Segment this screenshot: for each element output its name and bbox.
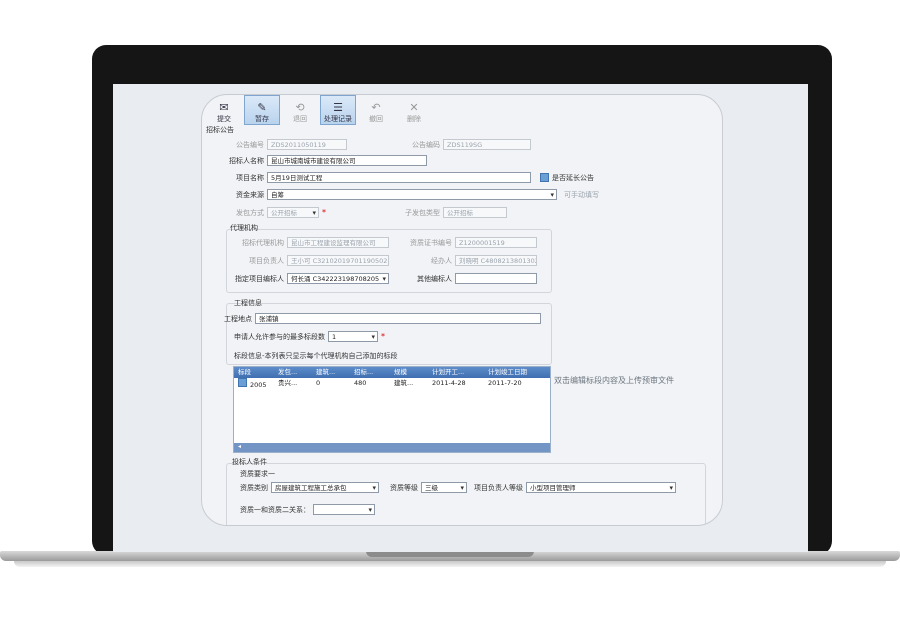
grid-cell: 贵兴...: [278, 379, 298, 387]
cert-no-field[interactable]: Z1200001519: [455, 237, 537, 248]
toolbar: ✉ 提交 ✎ 暂存 ⟲ 退回 ☰ 处理记录 ↶ 撤回 ✕ 删除: [202, 95, 722, 125]
submit-button[interactable]: ✉ 提交: [206, 95, 242, 125]
extend-notice-label: 是否延长公告: [552, 173, 594, 182]
required-mark: *: [381, 332, 385, 341]
grid-cell: 480: [354, 379, 367, 387]
row-checkbox[interactable]: [238, 378, 247, 387]
grid-cell: 建筑...: [394, 379, 414, 387]
bid-section-grid[interactable]: 标段 发包... 建筑... 招标... 规模 计划开工... 计划竣工日期 2…: [233, 366, 551, 453]
return-button[interactable]: ⟲ 退回: [282, 95, 318, 125]
save-draft-button[interactable]: ✎ 暂存: [244, 95, 280, 125]
notice-no-field[interactable]: ZDS2011050119: [267, 139, 347, 150]
required-mark: *: [322, 208, 326, 217]
side-note: 双击编辑标段内容及上传预审文件: [554, 376, 674, 385]
manager-field[interactable]: 王小可 C32102019701190502: [287, 255, 389, 266]
sub-type-label: 子发包类型: [405, 208, 440, 217]
editor-select[interactable]: 何长涌 C342223198708205: [287, 273, 389, 284]
qual-level-label: 资质等级: [390, 483, 418, 492]
laptop-foot: [14, 561, 886, 567]
withdraw-icon: ↶: [371, 101, 381, 114]
publish-mode-select[interactable]: 公开招标: [267, 207, 319, 218]
editor-label: 指定项目编标人: [235, 274, 284, 283]
section-title: 招标公告: [206, 126, 234, 134]
withdraw-button[interactable]: ↶ 撤回: [358, 95, 394, 125]
fund-hint: 可手动填写: [564, 190, 599, 199]
grid-header-cell[interactable]: 规模: [390, 367, 428, 378]
grid-header-cell[interactable]: 发包...: [274, 367, 312, 378]
location-label: 工程地点: [224, 314, 252, 323]
bidder-conditions-group: [226, 463, 706, 525]
max-bid-label: 申请人允许参与的最多标段数: [234, 332, 325, 341]
agency-label: 招标代理机构: [242, 238, 284, 247]
fund-source-label: 资金来源: [236, 190, 264, 199]
grid-header-cell[interactable]: 计划开工...: [428, 367, 484, 378]
cert-no-label: 资质证书编号: [410, 238, 452, 247]
sub-type-field[interactable]: 公开招标: [443, 207, 507, 218]
manager-label: 项目负责人: [249, 256, 284, 265]
fund-source-select[interactable]: 自筹: [267, 189, 557, 200]
grid-scrollbar[interactable]: ◂: [234, 443, 550, 452]
handler-label: 经办人: [431, 256, 452, 265]
grid-header-cell[interactable]: 标段: [234, 367, 274, 378]
notice-code-field[interactable]: ZDS119SG: [443, 139, 531, 150]
notice-code-label: 公告编码: [412, 140, 440, 149]
grid-cell: 0: [316, 379, 321, 387]
other-editor-label: 其他编标人: [417, 274, 452, 283]
record-icon: ☰: [333, 101, 343, 114]
qual-type-select[interactable]: 房屋建筑工程施工总承包: [271, 482, 379, 493]
table-row[interactable]: 2005 贵兴... 0 480 建筑... 2011-4-28 2011-7-…: [234, 378, 550, 389]
grid-header: 标段 发包... 建筑... 招标... 规模 计划开工... 计划竣工日期: [234, 367, 550, 378]
tenderer-label: 招标人名称: [229, 156, 264, 165]
other-editor-field[interactable]: [455, 273, 537, 284]
grid-cell: 2011-4-28: [432, 379, 466, 387]
handler-field[interactable]: 刘晓明 C4808213801302: [455, 255, 537, 266]
manager-level-select[interactable]: 小型项目管理师: [526, 482, 676, 493]
grid-header-cell[interactable]: 招标...: [350, 367, 390, 378]
max-bid-select[interactable]: 1: [328, 331, 378, 342]
qual-type-label: 资质类别: [240, 483, 268, 492]
project-name-field[interactable]: 5月19日测试工程: [267, 172, 531, 183]
agency-field[interactable]: 昆山市工程建设监理有限公司: [287, 237, 389, 248]
laptop-screen: ✉ 提交 ✎ 暂存 ⟲ 退回 ☰ 处理记录 ↶ 撤回 ✕ 删除 招标公告 公告编…: [113, 84, 808, 552]
grid-cell: 2005: [234, 378, 274, 389]
process-record-button[interactable]: ☰ 处理记录: [320, 95, 356, 125]
project-name-label: 项目名称: [236, 173, 264, 182]
extend-notice-checkbox[interactable]: [540, 173, 549, 182]
tenderer-field[interactable]: 昆山市城南城市建设有限公司: [267, 155, 427, 166]
location-field[interactable]: 张浦镇: [255, 313, 541, 324]
delete-icon: ✕: [409, 101, 419, 114]
relation-select[interactable]: [313, 504, 375, 515]
conditions-title: 投标人条件: [232, 458, 267, 466]
relation-label: 资质一和资质二关系：: [240, 505, 310, 514]
section-note: 标段信息-本列表只显示每个代理机构自己添加的标段: [234, 352, 398, 360]
save-icon: ✎: [257, 101, 267, 114]
delete-button[interactable]: ✕ 删除: [396, 95, 432, 125]
grid-header-cell[interactable]: 建筑...: [312, 367, 350, 378]
return-icon: ⟲: [295, 101, 305, 114]
app-window: ✉ 提交 ✎ 暂存 ⟲ 退回 ☰ 处理记录 ↶ 撤回 ✕ 删除 招标公告 公告编…: [201, 94, 723, 526]
qual-level-select[interactable]: 三级: [421, 482, 467, 493]
submit-icon: ✉: [219, 101, 229, 114]
qual-req-title: 资质要求一: [240, 470, 275, 478]
publish-mode-label: 发包方式: [236, 208, 264, 217]
agency-group-title: 代理机构: [230, 224, 258, 232]
grid-cell: 2011-7-20: [488, 379, 522, 387]
notice-no-label: 公告编号: [236, 140, 264, 149]
grid-header-cell[interactable]: 计划竣工日期: [484, 367, 548, 378]
project-info-title: 工程信息: [234, 299, 262, 307]
manager-level-label: 项目负责人等级: [474, 483, 523, 492]
scroll-left-icon[interactable]: ◂: [238, 443, 241, 450]
